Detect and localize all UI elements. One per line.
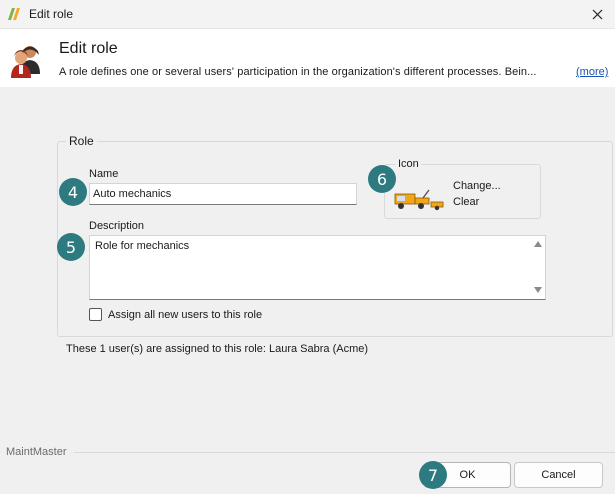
callout-badge-description: 5 [57,233,85,261]
dialog-header: Edit role A role defines one or several … [0,29,615,87]
close-button[interactable] [585,2,609,26]
clear-icon-link[interactable]: Clear [453,196,479,208]
assign-new-users-checkbox[interactable] [89,308,102,321]
name-label: Name [89,168,119,180]
role-group-label: Role [66,134,97,148]
maintmaster-logo-icon [8,8,20,20]
users-icon [11,46,40,78]
cancel-button[interactable]: Cancel [514,462,603,488]
assigned-users-text: These 1 user(s) are assigned to this rol… [66,343,369,355]
callout-badge-ok: 7 [419,461,447,489]
scroll-up-icon[interactable] [534,241,542,247]
callout-badge-name: 4 [59,178,87,206]
description-textarea[interactable]: Role for mechanics [89,235,546,300]
callout-badge-icon: 6 [368,165,396,193]
header-title: Edit role [59,40,118,57]
tow-truck-icon [394,189,444,211]
icon-group-label: Icon [396,158,421,170]
footer-brand: MaintMaster [6,446,67,458]
description-label: Description [89,220,145,232]
change-icon-link[interactable]: Change... [453,180,501,192]
name-input[interactable]: Auto mechanics [89,183,357,205]
title-bar: Edit role [0,0,615,29]
cancel-button-label: Cancel [541,469,576,481]
description-text: Role for mechanics [95,240,190,252]
scroll-down-icon[interactable] [534,287,542,293]
more-link[interactable]: (more) [576,66,608,78]
ok-button-label: OK [459,469,476,481]
footer-divider [74,452,615,453]
header-description: A role defines one or several users' par… [59,66,537,78]
close-icon [592,9,602,19]
assign-new-users-label[interactable]: Assign all new users to this role [108,309,262,321]
window-title: Edit role [29,7,74,21]
